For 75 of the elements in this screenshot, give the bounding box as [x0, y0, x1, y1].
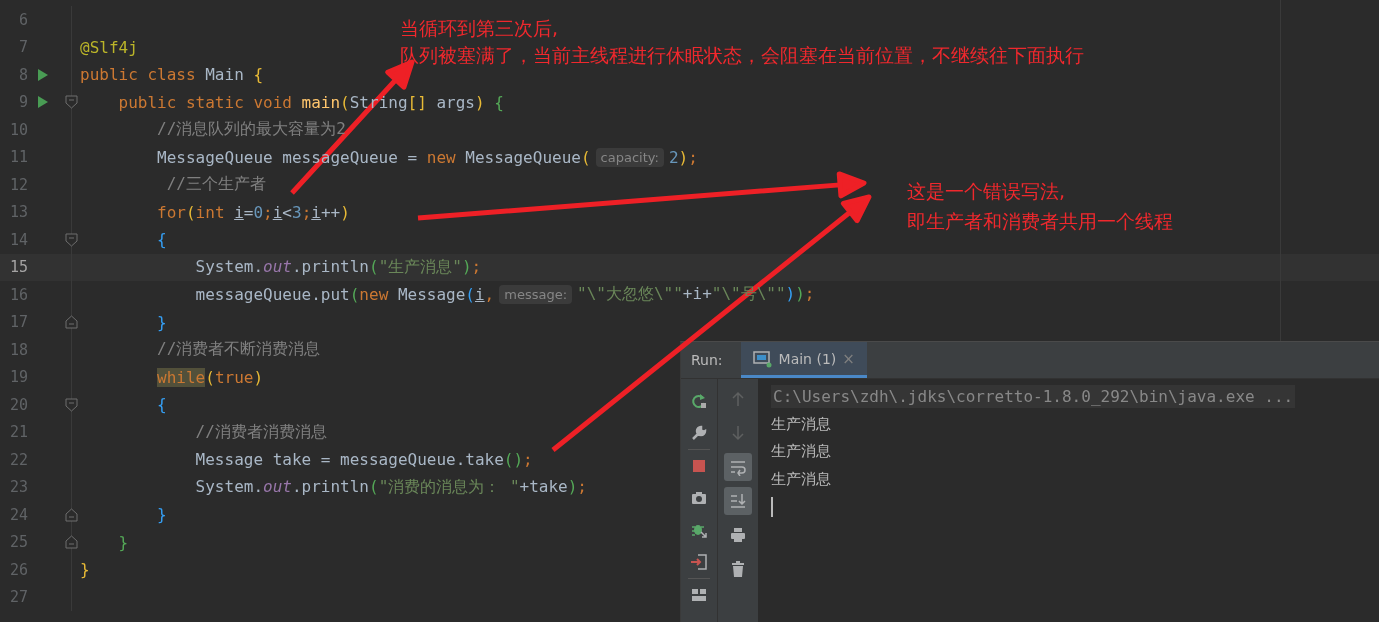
scroll-to-end-button[interactable] — [724, 487, 752, 515]
fold-icon[interactable] — [65, 507, 78, 522]
fold-icon[interactable] — [65, 232, 78, 247]
annotation-text: 当循环到第三次后, — [400, 16, 560, 41]
text-cursor — [771, 497, 773, 517]
line-number: 23 — [8, 478, 28, 497]
console-output: 生产消息 — [771, 414, 831, 434]
line-number: 22 — [8, 450, 28, 469]
line-number: 25 — [8, 533, 28, 552]
line-number: 26 — [8, 560, 28, 579]
code-text: { — [157, 395, 167, 415]
stop-icon[interactable] — [690, 457, 708, 475]
parameter-hint: message: — [499, 285, 573, 305]
line-number: 9 — [17, 93, 28, 112]
camera-icon[interactable] — [690, 489, 708, 507]
code-text: //三个生产者 — [166, 174, 266, 196]
soft-wrap-button[interactable] — [724, 453, 752, 481]
line-number: 7 — [17, 38, 28, 57]
line-number: 21 — [8, 423, 28, 442]
fold-icon[interactable] — [65, 397, 78, 412]
code-text: { — [157, 230, 167, 250]
code-text: System.out.println("生产消息"); — [195, 256, 482, 278]
console-output: 生产消息 — [771, 442, 831, 462]
line-number: 27 — [8, 588, 28, 607]
code-text: Message take = messageQueue.take(); — [195, 450, 533, 470]
code-text: System.out.println("消费的消息为： "+take); — [195, 476, 587, 498]
annotation-text: 即生产者和消费者共用一个线程 — [907, 209, 1173, 234]
fold-icon[interactable] — [65, 535, 78, 550]
line-number: 6 — [17, 10, 28, 29]
line-number: 16 — [8, 285, 28, 304]
code-text: } — [157, 505, 167, 525]
line-number: 15 — [8, 258, 28, 277]
layout-icon[interactable] — [690, 586, 708, 604]
line-number: 18 — [8, 340, 28, 359]
code-text: @Slf4j — [80, 37, 138, 57]
code-text: } — [157, 312, 167, 332]
line-number: 11 — [8, 148, 28, 167]
code-text: //消费者消费消息 — [195, 421, 327, 443]
code-text: while(true) — [157, 367, 264, 387]
wrench-icon[interactable] — [690, 424, 708, 442]
exit-icon[interactable] — [690, 553, 708, 571]
line-number: 14 — [8, 230, 28, 249]
panel-title: Run: — [690, 351, 724, 370]
run-icon[interactable] — [37, 67, 49, 82]
code-text: //消费者不断消费消息 — [157, 339, 321, 361]
rerun-icon[interactable] — [690, 392, 708, 410]
soft-wrap-icon — [729, 458, 747, 476]
fold-icon[interactable] — [65, 315, 78, 330]
code-text: } — [80, 560, 90, 580]
console-icon — [752, 349, 773, 368]
fold-icon[interactable] — [65, 95, 78, 110]
run-tab[interactable]: Main (1) × — [740, 342, 867, 378]
line-number: 13 — [8, 203, 28, 222]
line-number: 17 — [8, 313, 28, 332]
line-number: 19 — [8, 368, 28, 387]
print-icon — [729, 526, 747, 544]
code-text: public class Main { — [80, 65, 264, 85]
scroll-to-end-icon — [729, 492, 747, 510]
code-text: messageQueue.put(new Message(i, — [195, 285, 495, 305]
code-text: 2); — [668, 147, 698, 167]
down-arrow-icon — [729, 424, 747, 442]
code-text: //消息队列的最大容量为2 — [157, 119, 346, 141]
trash-icon — [729, 560, 747, 578]
console-output: 生产消息 — [771, 469, 831, 489]
run-icon[interactable] — [37, 95, 49, 110]
line-number: 24 — [8, 505, 28, 524]
code-text: } — [118, 532, 129, 552]
line-number: 20 — [8, 395, 28, 414]
annotation-text: 这是一个错误写法, — [907, 179, 1067, 204]
parameter-hint: capacity: — [595, 147, 664, 167]
line-number: 12 — [8, 175, 28, 194]
line-number: 8 — [17, 65, 28, 84]
console-command: C:\Users\zdh\.jdks\corretto-1.8.0_292\bin\java.exe ... — [771, 385, 1296, 409]
line-number: 10 — [8, 120, 28, 139]
code-text: for(int i=0;i<3;i++) — [157, 202, 350, 222]
